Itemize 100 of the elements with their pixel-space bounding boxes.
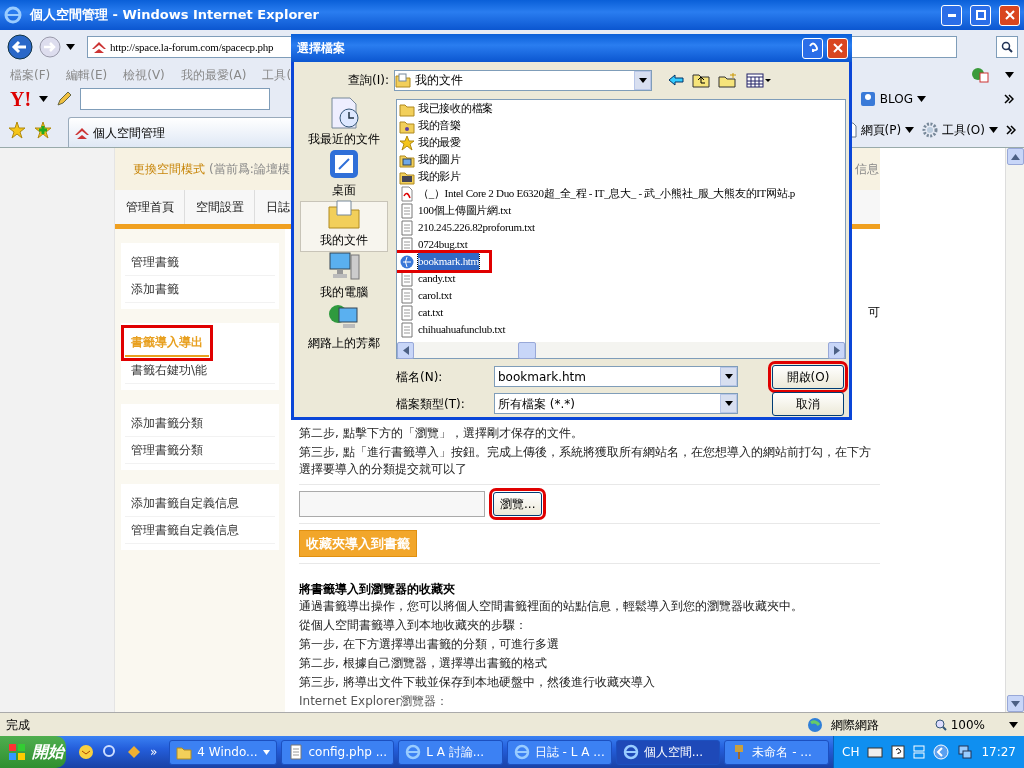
file-item[interactable]: 210.245.226.82proforum.txt (418, 219, 535, 236)
scroll-right-button[interactable] (828, 341, 845, 359)
taskbar-button[interactable]: 未命名 - ... (724, 739, 829, 765)
mail-icon[interactable] (78, 744, 94, 760)
close-icon (1004, 10, 1015, 20)
file-item[interactable]: 我已接收的檔案 (418, 100, 493, 117)
documents-folder-icon (327, 197, 361, 231)
security-zone: 網際網路 (830, 716, 879, 734)
file-item[interactable]: bookmark.htm (418, 253, 479, 270)
taskbar-button[interactable]: 日誌 - L A ... (506, 739, 612, 765)
file-item[interactable]: 0724bug.txt (418, 236, 468, 253)
close-button[interactable] (827, 37, 848, 59)
maximize-button[interactable] (970, 4, 991, 26)
dropdown-arrow-icon (724, 401, 733, 406)
back-icon[interactable] (668, 74, 684, 86)
sidebar-link[interactable]: 管理書籤分類 (125, 436, 275, 464)
search-button[interactable] (996, 36, 1018, 58)
search-field[interactable] (80, 88, 271, 110)
dropdown-arrow-icon[interactable] (1005, 72, 1014, 78)
yahoo-logo[interactable]: Y! (10, 84, 32, 114)
file-item[interactable]: 100個上傳圖片網.txt (418, 202, 511, 219)
dropdown-arrow-icon[interactable] (39, 96, 49, 102)
command-button[interactable]: 工具(O) (922, 120, 998, 139)
star-icon[interactable] (8, 120, 26, 139)
nav-tab[interactable]: 管理首頁 (115, 189, 185, 224)
taskbar-button[interactable]: config.php ... (280, 739, 395, 765)
dropdown-arrow-icon (638, 77, 647, 83)
feeds-icon[interactable] (971, 67, 989, 83)
view-menu-icon[interactable] (746, 72, 772, 88)
nav-tab[interactable]: 空間設置 (185, 189, 255, 224)
sidebar-link[interactable]: 管理書籤 (125, 248, 275, 276)
dropdown-arrow-icon[interactable] (1009, 721, 1018, 728)
scroll-down-button[interactable] (1006, 695, 1024, 712)
globe-icon (806, 716, 823, 733)
address-text: http://space.la-forum.com/spacecp.php (110, 39, 274, 55)
file-path-field[interactable] (299, 490, 485, 517)
blog-button[interactable]: BLOG (859, 90, 926, 108)
instruction-text: 第三步, 將導出文件下載並保存到本地硬盤中，然後進行收藏夾導入 (299, 674, 656, 691)
taskbar-button[interactable]: 4 Windo... (169, 739, 277, 765)
file-item[interactable]: cat.txt (418, 304, 444, 321)
file-item[interactable]: 我的音樂 (418, 117, 461, 134)
new-folder-icon[interactable] (718, 72, 738, 88)
file-item[interactable]: carol.txt (418, 287, 452, 304)
close-button[interactable] (999, 4, 1020, 26)
text-document-icon (399, 321, 415, 338)
scroll-up-button[interactable] (1006, 148, 1024, 165)
taskbar-button[interactable]: 個人空間... (615, 739, 721, 765)
sidebar-link[interactable]: 添加書籤分類 (125, 409, 275, 437)
puzzle-icon[interactable] (126, 744, 142, 760)
overflow-chevron[interactable]: » (150, 743, 158, 761)
scroll-thumb[interactable] (518, 341, 536, 359)
browser-icon (513, 744, 530, 760)
more-chevron-icon[interactable] (1006, 124, 1016, 135)
dropdown-arrow-icon (905, 126, 915, 133)
instruction-text: 第二步, 根據自己瀏覽器，選擇導出書籤的格式 (299, 655, 548, 672)
windows-icon[interactable] (913, 745, 926, 759)
dropdown-arrow-icon (917, 96, 926, 102)
file-item[interactable]: （_）Intel Core 2 Duo E6320超_全_程 - IT_息大_ - 武_小熊社_服_大熊友的IT网站.p (418, 185, 796, 202)
file-name-field[interactable]: bookmark.htm (494, 366, 738, 387)
expand-tray-icon[interactable] (933, 744, 950, 760)
dropdown-arrow-icon[interactable] (66, 44, 75, 50)
sidebar-link[interactable]: 添加書籤 (125, 275, 275, 303)
places-item[interactable]: 網路上的芳鄰 (300, 303, 388, 354)
keyboard-icon[interactable] (867, 746, 884, 758)
add-favorite-icon[interactable] (34, 120, 52, 139)
back-button-icon[interactable] (6, 33, 34, 61)
search-icon (1001, 41, 1013, 53)
scroll-left-button[interactable] (397, 341, 414, 359)
file-item[interactable]: 我的影片 (418, 168, 461, 185)
places-item[interactable]: 桌面 (300, 150, 388, 201)
sidebar-link[interactable]: 書籤右鍵功\能 (125, 356, 275, 384)
up-folder-icon[interactable] (692, 72, 710, 88)
more-chevron-icon[interactable] (1004, 94, 1014, 104)
file-item[interactable]: 我的最愛 (418, 134, 461, 151)
taskbar-button[interactable]: L A 討論... (398, 739, 503, 765)
cancel-button[interactable]: 取消 (772, 391, 844, 416)
look-in-dropdown[interactable]: 我的文件 (394, 69, 652, 91)
browser-icon (622, 744, 639, 760)
places-item[interactable]: 我的文件 (300, 201, 388, 252)
places-item[interactable]: 我的電腦 (300, 252, 388, 303)
folder-icon (176, 744, 193, 760)
field-label: 檔案類型(T): (395, 395, 466, 413)
file-item[interactable]: 我的圖片 (418, 151, 461, 168)
dropdown-arrow-icon (262, 749, 270, 755)
network-icon[interactable] (957, 744, 974, 760)
minimize-button[interactable] (941, 4, 962, 26)
search-icon[interactable] (102, 744, 118, 760)
person-icon (859, 91, 876, 107)
computer-icon (327, 249, 361, 283)
zoom-button[interactable]: 100% (934, 715, 985, 734)
file-item[interactable]: candy.txt (418, 270, 456, 287)
pencil-icon[interactable] (56, 91, 73, 107)
file-type-dropdown[interactable]: 所有檔案 (*.*) (494, 393, 738, 414)
up-arrow-icon (1010, 153, 1020, 160)
help-button[interactable] (802, 37, 823, 59)
sidebar-link[interactable]: 添加書籤自定義信息 (125, 489, 275, 517)
sidebar-link[interactable]: 管理書籤自定義信息 (125, 516, 275, 544)
help-icon[interactable] (891, 745, 906, 759)
file-item[interactable]: chihuahuafunclub.txt (418, 321, 506, 338)
clock: 17:27 (981, 744, 1016, 761)
